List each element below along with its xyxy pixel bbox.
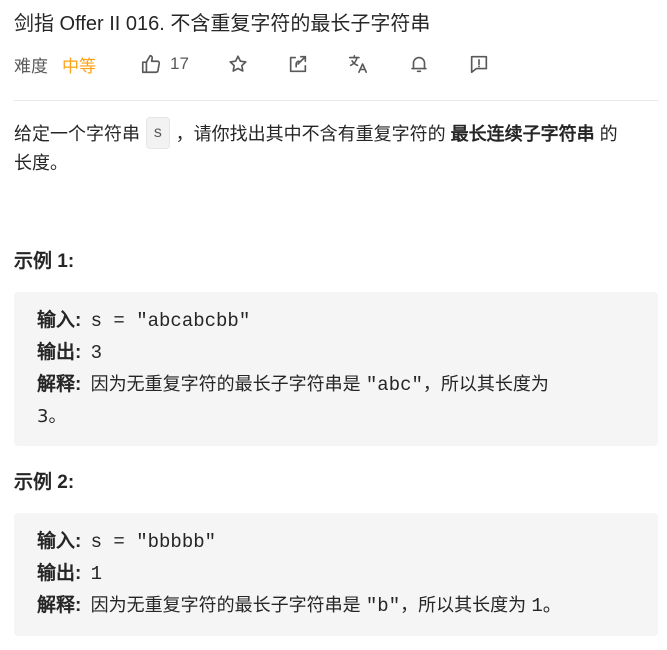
feedback-icon [468, 53, 490, 75]
explanation-text: ，所以其长度为 [422, 374, 549, 395]
input-value: s = "abcabcbb" [90, 310, 251, 332]
share-button[interactable] [287, 52, 309, 76]
explanation-text: ，所以其长度为 [400, 595, 527, 616]
example-2-input: 输入: s = "bbbbb" [37, 526, 658, 558]
example-1-explanation-cont: 3。 [37, 401, 658, 432]
input-value: s = "bbbbb" [90, 531, 217, 553]
difficulty-badge: 中等 [62, 56, 96, 76]
translate-icon [347, 53, 369, 75]
subscribe-button[interactable] [408, 52, 430, 76]
like-button[interactable]: 17 [140, 52, 189, 76]
star-icon [227, 53, 249, 75]
explanation-text: 因为无重复字符的最长子字符串是 [90, 374, 361, 395]
explanation-label: 解释: [37, 374, 82, 395]
favorite-button[interactable] [227, 52, 249, 76]
example-1-output: 输出: 3 [37, 337, 658, 369]
example-2-output: 输出: 1 [37, 558, 658, 590]
share-icon [287, 53, 309, 75]
explanation-tail: 3。 [37, 406, 67, 427]
description-text: 给定一个字符串 [14, 124, 140, 144]
description-emphasis: 最长连续子字符串 [450, 124, 595, 144]
header-divider [14, 100, 658, 101]
problem-meta-bar: 难度 中等 17 [14, 50, 658, 78]
example-2-title: 示例 2: [14, 472, 75, 493]
bell-icon [408, 53, 430, 75]
like-count: 17 [170, 54, 189, 73]
description-text: ，请你找出其中不含有重复字符的 [175, 124, 446, 144]
problem-title: 剑指 Offer II 016. 不含重复字符的最长子字符串 [14, 13, 431, 35]
feedback-button[interactable] [468, 52, 490, 76]
translate-button[interactable] [347, 52, 369, 76]
output-value: 3 [90, 342, 103, 364]
example-1-box: 输入: s = "abcabcbb" 输出: 3 解释: 因为无重复字符的最长子… [14, 292, 658, 446]
example-1-explanation: 解释: 因为无重复字符的最长子字符串是 "abc"，所以其长度为 [37, 369, 658, 401]
output-label: 输出: [37, 563, 82, 584]
output-value: 1 [90, 563, 103, 585]
example-2-explanation: 解释: 因为无重复字符的最长子字符串是 "b"，所以其长度为 1。 [37, 590, 658, 622]
inline-code: s [146, 117, 170, 150]
explanation-text: 因为无重复字符的最长子字符串是 [90, 595, 361, 616]
thumbs-up-icon [140, 53, 162, 75]
explanation-label: 解释: [37, 595, 82, 616]
input-label: 输入: [37, 310, 82, 331]
difficulty-label: 难度 [14, 56, 48, 76]
explanation-tail: 1。 [531, 595, 562, 617]
example-2-box: 输入: s = "bbbbb" 输出: 1 解释: 因为无重复字符的最长子字符串… [14, 513, 658, 636]
explanation-code: "b" [365, 595, 401, 617]
example-1-input: 输入: s = "abcabcbb" [37, 305, 658, 337]
example-1-title: 示例 1: [14, 251, 75, 272]
explanation-code: "abc" [365, 374, 423, 396]
output-label: 输出: [37, 342, 82, 363]
problem-description: 给定一个字符串 s ，请你找出其中不含有重复字符的 最长连续子字符串 的长度。 [14, 117, 634, 178]
input-label: 输入: [37, 531, 82, 552]
